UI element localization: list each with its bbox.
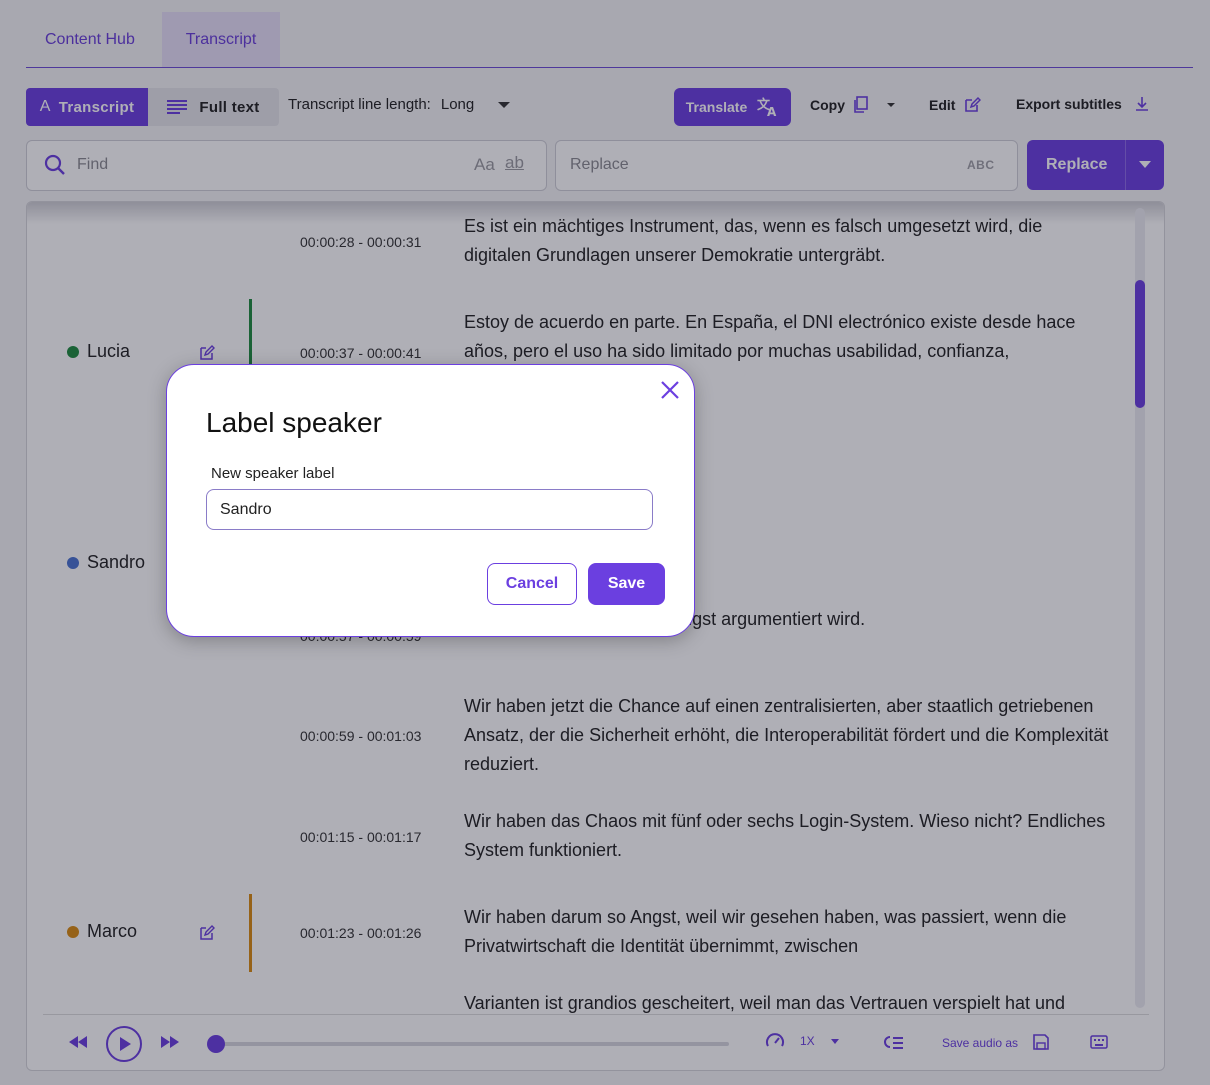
speaker-label-input[interactable] bbox=[206, 489, 653, 530]
dialog-title: Label speaker bbox=[206, 407, 382, 438]
speaker-label-caption: New speaker label bbox=[211, 465, 335, 482]
close-icon[interactable] bbox=[659, 379, 681, 401]
save-button[interactable]: Save bbox=[588, 563, 665, 605]
cancel-button[interactable]: Cancel bbox=[487, 563, 577, 605]
app-window: Content Hub Transcript A Transcript Full… bbox=[0, 0, 1210, 1085]
label-speaker-dialog: Label speaker New speaker label Cancel S… bbox=[166, 364, 695, 637]
